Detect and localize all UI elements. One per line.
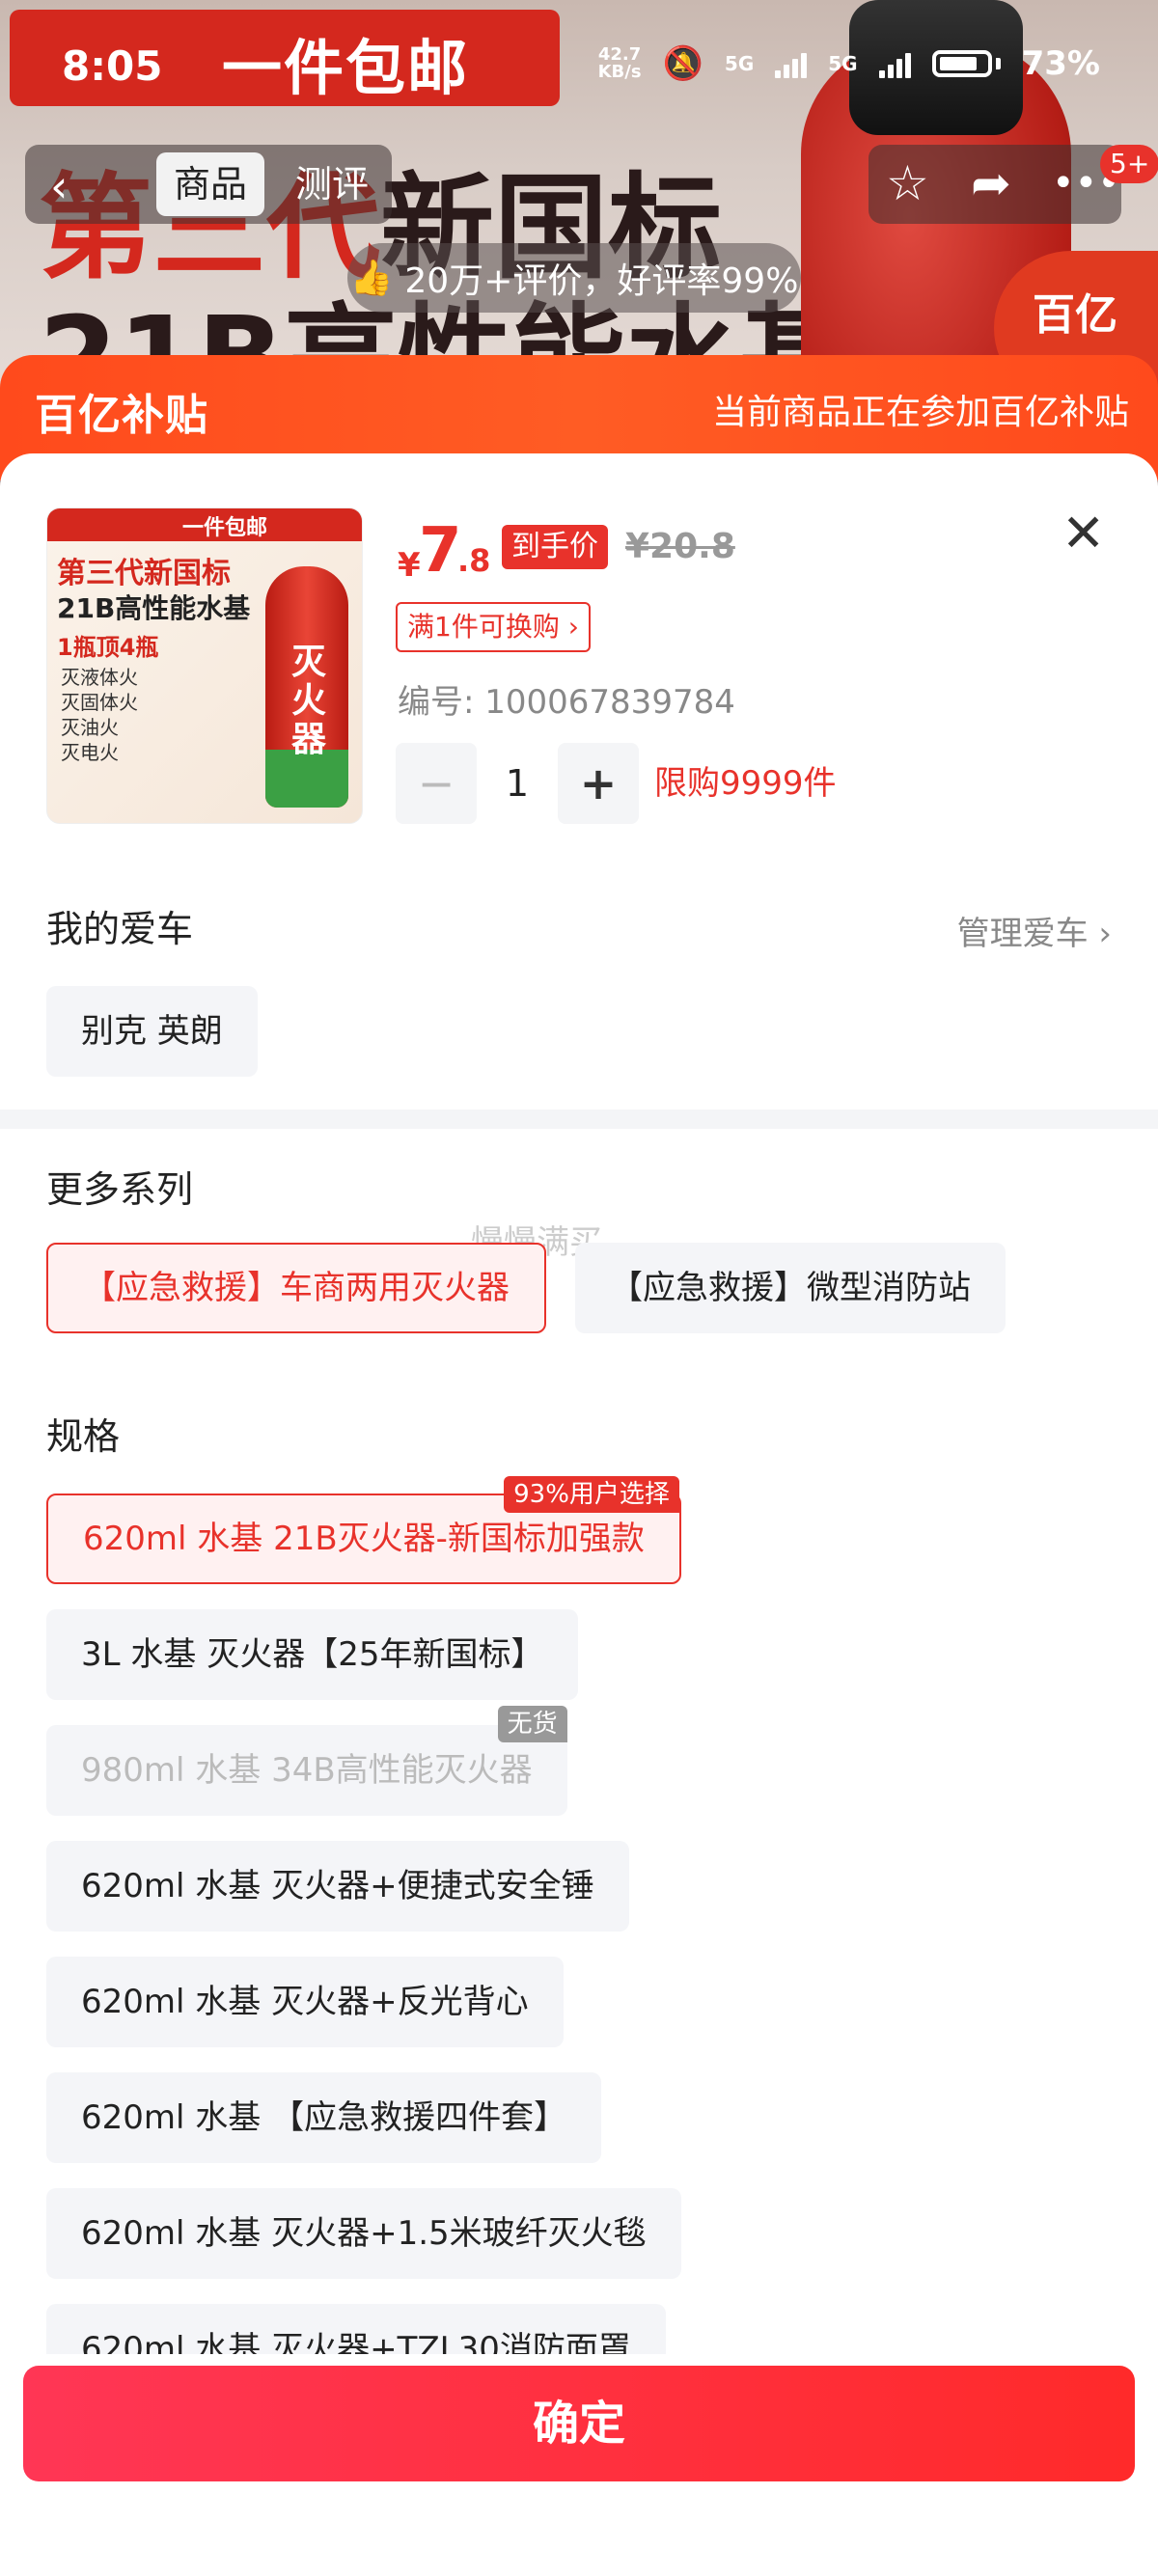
popular-choice-badge: 93%用户选择 [504,1476,679,1513]
thumbs-up-icon: 👍 [349,259,394,298]
swap-promo-tag[interactable]: 满1件可换购 › [396,602,591,652]
series-option[interactable]: 【应急救援】车商两用灭火器 [46,1243,546,1333]
status-icons: 42.7 KB/s 🔕 5G 5G 73% [598,44,1100,83]
thumb-feature-list: 灭液体火 灭固体火 灭油火 灭电火 [61,666,138,764]
tab-review[interactable]: 测评 [295,152,369,216]
quantity-plus-button[interactable]: + [558,743,639,824]
confirm-button[interactable]: 确定 [23,2366,1135,2481]
review-text: 20万+评价，好评率99% [404,261,799,301]
tab-product[interactable]: 商品 [156,152,264,216]
close-icon[interactable]: ✕ [1062,507,1105,560]
bottom-action-bar: 确定 [0,2354,1158,2576]
spec-option[interactable]: 620ml 水基 灭火器+反光背心 [46,1957,564,2047]
series-option[interactable]: 【应急救援】微型消防站 [575,1243,1006,1333]
series-title: 更多系列 [46,1168,194,1211]
network-label: 5G [724,52,755,75]
spec-option[interactable]: 3L 水基 灭火器【25年新国标】 [46,1609,579,1700]
sku-selector-sheet: 一件包邮 第三代新国标 21B高性能水基 1瓶顶4瓶 灭液体火 灭固体火 灭油火… [0,453,1158,2576]
signal-icon-2 [878,49,911,78]
review-summary[interactable]: 👍 20万+评价，好评率99% [347,243,801,313]
signal-icon [775,49,808,78]
thumb-line-2: 21B高性能水基 [57,592,251,624]
quantity-value[interactable]: 1 [477,743,558,824]
spec-option[interactable]: 620ml 水基 灭火器+便捷式安全锤 [46,1841,629,1932]
network-label-2: 5G [828,52,858,75]
car-chip[interactable]: 别克 英朗 [46,986,258,1077]
status-bar: 8:05 42.7 KB/s 🔕 5G 5G 73% [0,0,1158,135]
section-divider [0,1110,1158,1129]
share-icon[interactable]: ➦ [971,154,1011,212]
message-badge: 5+ [1100,145,1158,183]
spec-option[interactable]: 620ml 水基 灭火器+1.5米玻纤灭火毯 [46,2188,681,2279]
price-integer: 7 [419,515,462,587]
back-icon[interactable]: ‹ [50,160,68,212]
sku-number: 编号: 100067839784 [398,683,735,722]
star-icon[interactable]: ☆ [886,154,929,212]
mute-icon: 🔕 [662,44,703,83]
spec-option: 980ml 水基 34B高性能灭火器 无货 [46,1706,567,1816]
subsidy-logo: 百亿补贴 [35,391,208,440]
thumb-bottle-label: 灭火器 [290,643,326,759]
spec-title: 规格 [46,1415,121,1458]
currency-symbol: ¥ [398,546,421,585]
thumb-line-3: 1瓶顶4瓶 [57,634,159,661]
battery-tip [995,58,1001,69]
battery-level: 73% [1021,44,1100,83]
product-thumbnail: 一件包邮 第三代新国标 21B高性能水基 1瓶顶4瓶 灭液体火 灭固体火 灭油火… [46,507,363,824]
status-time: 8:05 [62,42,163,90]
subsidy-note: 当前商品正在参加百亿补贴 [711,393,1129,432]
purchase-limit: 限购9999件 [654,764,837,803]
thumb-brand-bar: 一件包邮 [47,508,362,541]
final-price-tag: 到手价 [502,525,608,569]
quantity-minus-button[interactable]: − [396,743,477,824]
price-decimal: .8 [457,542,491,579]
manage-car-link[interactable]: 管理爱车 › [957,907,1112,954]
network-speed: 42.7 KB/s [597,44,642,82]
original-price: ¥20.8 [625,527,735,566]
my-car-title: 我的爱车 [46,908,194,950]
spec-option[interactable]: 620ml 水基 【应急救援四件套】 [46,2072,602,2163]
thumb-line-1: 第三代新国标 [57,557,231,590]
out-of-stock-badge: 无货 [497,1706,567,1742]
spec-option[interactable]: 620ml 水基 21B灭火器-新国标加强款 93%用户选择 [46,1476,681,1584]
battery-icon [931,50,992,77]
